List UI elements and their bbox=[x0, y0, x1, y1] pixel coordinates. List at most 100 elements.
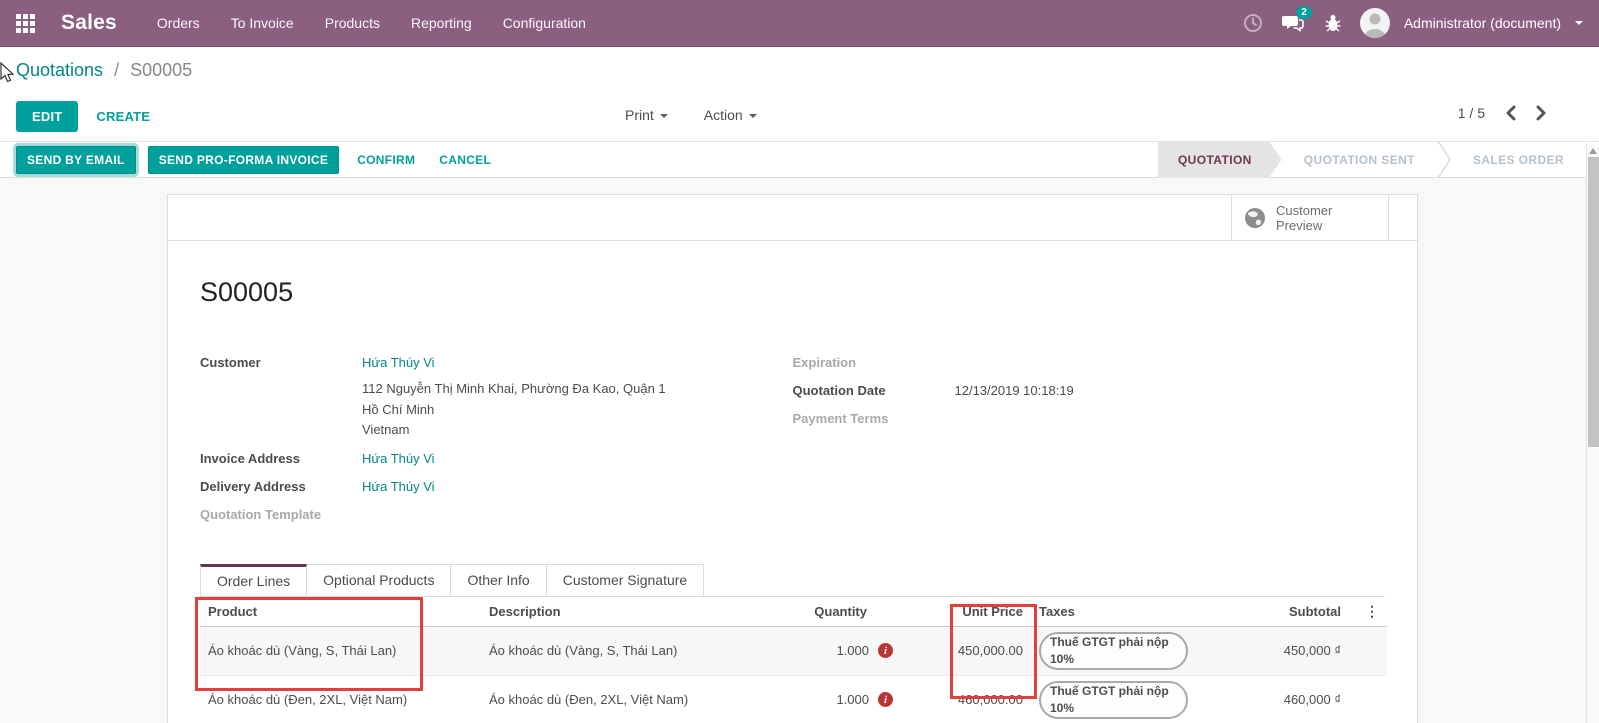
cell-product: Áo khoác dù (Vàng, S, Thái Lan) bbox=[200, 626, 481, 675]
payment-terms-label: Payment Terms bbox=[793, 408, 955, 429]
menu-reporting[interactable]: Reporting bbox=[411, 15, 472, 31]
record-pager: 1 / 5 bbox=[1458, 105, 1547, 121]
cell-unit-price: 450,000.00 bbox=[901, 626, 1031, 675]
invoice-address-value-link[interactable]: Hứa Thúy Vi bbox=[362, 448, 435, 469]
pager-previous-icon[interactable] bbox=[1505, 105, 1516, 121]
stage-sales-order[interactable]: SALES ORDER bbox=[1451, 141, 1586, 178]
cell-taxes: Thuế GTGT phải nộp 10% bbox=[1031, 626, 1196, 675]
customer-value-link[interactable]: Hứa Thúy Vi bbox=[362, 352, 435, 373]
tab-customer-signature[interactable]: Customer Signature bbox=[546, 564, 705, 596]
pager-next-icon[interactable] bbox=[1536, 105, 1547, 121]
order-lines-table: Product Description Quantity Unit Price … bbox=[200, 597, 1387, 723]
tab-other-info[interactable]: Other Info bbox=[450, 564, 546, 596]
field-column-left: Customer Hứa Thúy Vi 112 Nguyễn Thị Minh… bbox=[200, 352, 793, 531]
edit-button[interactable]: EDIT bbox=[16, 101, 78, 132]
chevron-down-icon bbox=[660, 114, 668, 118]
col-header-quantity[interactable]: Quantity bbox=[791, 597, 901, 627]
stage-quotation-sent[interactable]: QUOTATION SENT bbox=[1282, 141, 1437, 178]
breadcrumb: Quotations / S00005 bbox=[16, 60, 192, 81]
quotation-date-value: 12/13/2019 10:18:19 bbox=[955, 380, 1074, 401]
main-menu: Orders To Invoice Products Reporting Con… bbox=[157, 15, 586, 31]
col-header-subtotal[interactable]: Subtotal bbox=[1196, 597, 1349, 627]
avatar[interactable] bbox=[1360, 8, 1390, 38]
send-by-email-button[interactable]: SEND BY EMAIL bbox=[16, 146, 136, 174]
quotation-date-label: Quotation Date bbox=[793, 380, 955, 401]
order-line-row[interactable]: Áo khoác dù (Đen, 2XL, Việt Nam) Áo khoá… bbox=[200, 675, 1387, 723]
cell-taxes: Thuế GTGT phải nộp 10% bbox=[1031, 675, 1196, 723]
cell-quantity: 1.000 bbox=[791, 675, 901, 723]
field-column-right: Expiration Quotation Date 12/13/2019 10:… bbox=[793, 352, 1386, 531]
confirm-button[interactable]: CONFIRM bbox=[351, 147, 421, 173]
customer-preview-label: Customer Preview bbox=[1276, 203, 1346, 233]
order-line-row[interactable]: Áo khoác dù (Vàng, S, Thái Lan) Áo khoác… bbox=[200, 626, 1387, 675]
chevron-down-icon bbox=[1575, 21, 1583, 25]
availability-warning-icon[interactable] bbox=[878, 692, 893, 707]
messages-badge: 2 bbox=[1296, 6, 1312, 19]
statusbar-buttons: SEND BY EMAIL SEND PRO-FORMA INVOICE CON… bbox=[0, 146, 497, 174]
record-actions: EDIT CREATE bbox=[16, 101, 150, 132]
top-navbar: Sales Orders To Invoice Products Reporti… bbox=[0, 0, 1599, 47]
quantity-value: 1.000 bbox=[836, 643, 869, 658]
quotation-template-label: Quotation Template bbox=[200, 504, 362, 525]
delivery-address-label: Delivery Address bbox=[200, 476, 362, 497]
document-actions: Print Action bbox=[625, 107, 757, 123]
expiration-label: Expiration bbox=[793, 352, 955, 373]
tax-badge: Thuế GTGT phải nộp 10% bbox=[1039, 632, 1188, 670]
scroll-up-icon[interactable] bbox=[1589, 148, 1597, 154]
customer-address-line: Hồ Chí Minh bbox=[362, 400, 793, 421]
customer-address-line: Vietnam bbox=[362, 420, 793, 441]
cell-unit-price: 460,000.00 bbox=[901, 675, 1031, 723]
col-header-unit-price[interactable]: Unit Price bbox=[901, 597, 1031, 627]
app-name[interactable]: Sales bbox=[61, 11, 117, 35]
tab-optional-products[interactable]: Optional Products bbox=[306, 564, 451, 596]
breadcrumb-quotations-link[interactable]: Quotations bbox=[16, 60, 103, 80]
sheet-body: S00005 Customer Hứa Thúy Vi 112 Nguyễn T… bbox=[168, 277, 1417, 723]
menu-to-invoice[interactable]: To Invoice bbox=[231, 15, 294, 31]
quotation-title: S00005 bbox=[200, 277, 1385, 308]
cell-description: Áo khoác dù (Vàng, S, Thái Lan) bbox=[481, 626, 791, 675]
messages-icon[interactable]: 2 bbox=[1280, 10, 1306, 36]
statusbar-stages: QUOTATION QUOTATION SENT SALES ORDER bbox=[1158, 141, 1586, 178]
optional-columns-icon[interactable] bbox=[1365, 603, 1379, 619]
control-row: EDIT CREATE Print Action 1 / 5 bbox=[0, 93, 1599, 141]
user-menu[interactable]: Administrator (document) bbox=[1404, 15, 1561, 31]
table-header-row: Product Description Quantity Unit Price … bbox=[200, 597, 1387, 627]
debug-bug-icon[interactable] bbox=[1320, 10, 1346, 36]
delivery-address-value-link[interactable]: Hứa Thúy Vi bbox=[362, 476, 435, 497]
apps-menu-icon[interactable] bbox=[16, 14, 35, 33]
col-header-product[interactable]: Product bbox=[200, 597, 481, 627]
stage-quotation: QUOTATION bbox=[1158, 141, 1282, 178]
quantity-value: 1.000 bbox=[836, 692, 869, 707]
cell-subtotal: 460,000 ₫ bbox=[1196, 675, 1349, 723]
menu-products[interactable]: Products bbox=[325, 15, 380, 31]
menu-orders[interactable]: Orders bbox=[157, 15, 200, 31]
vertical-scrollbar[interactable] bbox=[1586, 143, 1599, 723]
create-button[interactable]: CREATE bbox=[96, 109, 150, 124]
quotation-sheet: Customer Preview S00005 Customer Hứa Thú… bbox=[167, 194, 1418, 723]
globe-icon bbox=[1244, 207, 1266, 229]
cell-product: Áo khoác dù (Đen, 2XL, Việt Nam) bbox=[200, 675, 481, 723]
send-proforma-invoice-button[interactable]: SEND PRO-FORMA INVOICE bbox=[148, 146, 340, 174]
print-dropdown[interactable]: Print bbox=[625, 107, 668, 123]
col-header-taxes[interactable]: Taxes bbox=[1031, 597, 1196, 627]
print-label: Print bbox=[625, 107, 654, 123]
breadcrumb-separator: / bbox=[114, 60, 119, 80]
pager-count: 1 / 5 bbox=[1458, 105, 1485, 121]
statusbar: SEND BY EMAIL SEND PRO-FORMA INVOICE CON… bbox=[0, 141, 1599, 178]
activities-clock-icon[interactable] bbox=[1240, 10, 1266, 36]
action-dropdown[interactable]: Action bbox=[704, 107, 757, 123]
customer-label: Customer bbox=[200, 352, 362, 373]
customer-preview-button[interactable]: Customer Preview bbox=[1231, 195, 1389, 240]
sheet-button-box: Customer Preview bbox=[168, 195, 1417, 241]
chevron-down-icon bbox=[749, 114, 757, 118]
col-header-description[interactable]: Description bbox=[481, 597, 791, 627]
scrollbar-thumb[interactable] bbox=[1588, 157, 1599, 447]
cell-description: Áo khoác dù (Đen, 2XL, Việt Nam) bbox=[481, 675, 791, 723]
invoice-address-label: Invoice Address bbox=[200, 448, 362, 469]
tab-order-lines[interactable]: Order Lines bbox=[200, 564, 307, 596]
menu-configuration[interactable]: Configuration bbox=[503, 15, 586, 31]
availability-warning-icon[interactable] bbox=[878, 643, 893, 658]
cancel-button[interactable]: CANCEL bbox=[433, 147, 497, 173]
field-group: Customer Hứa Thúy Vi 112 Nguyễn Thị Minh… bbox=[200, 352, 1385, 531]
content-area: Customer Preview S00005 Customer Hứa Thú… bbox=[0, 178, 1599, 723]
